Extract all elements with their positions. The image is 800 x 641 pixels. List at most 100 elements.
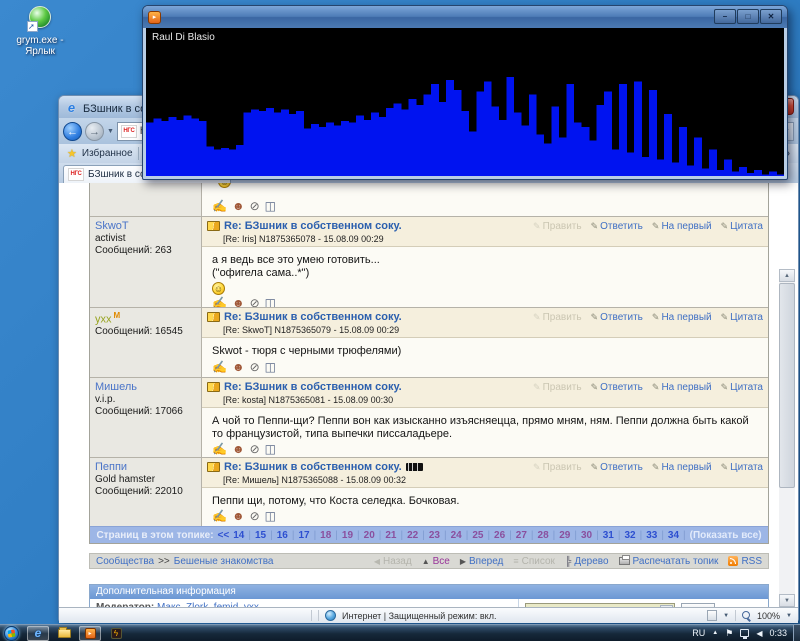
page-link-25[interactable]: 25 [472,530,483,541]
page-link-21[interactable]: 21 [385,530,396,541]
forward-topic-link[interactable]: Вперед [460,556,504,567]
page-link-30[interactable]: 30 [581,530,592,541]
notify-moderator-icon[interactable] [232,443,245,455]
maximize-button[interactable]: □ [737,9,759,24]
moderator-links[interactable]: Макс, Zlork, femid, yxx [157,602,259,607]
ignore-user-icon[interactable] [250,510,260,522]
print-post-icon[interactable] [212,443,227,455]
taskbar-explorer-button[interactable] [53,626,75,641]
page-link-28[interactable]: 28 [538,530,549,541]
reply-first-link[interactable]: На первый [652,312,712,323]
forward-button[interactable] [85,122,104,141]
notify-moderator-icon[interactable] [232,200,245,212]
author-link[interactable]: Пеппи [95,461,127,473]
print-post-icon[interactable] [212,297,227,307]
page-link-18[interactable]: 18 [320,530,331,541]
copy-post-icon[interactable] [265,200,276,212]
breadcrumb-community[interactable]: Сообщества [96,556,154,567]
show-desktop-button[interactable] [793,625,800,641]
chevron-down-icon[interactable] [723,613,729,619]
ignore-user-icon[interactable] [250,200,260,212]
reply-link[interactable]: Ответить [591,382,643,393]
reply-first-link[interactable]: На первый [652,221,712,232]
page-link-32[interactable]: 32 [624,530,635,541]
page-link-23[interactable]: 23 [429,530,440,541]
protected-mode-icon[interactable] [707,610,717,621]
quote-link[interactable]: Цитата [721,312,763,323]
page-link-16[interactable]: 16 [277,530,288,541]
vertical-scrollbar[interactable] [779,183,795,607]
notify-moderator-icon[interactable] [232,510,245,522]
zoom-level[interactable]: 100% [757,611,780,621]
reply-first-link[interactable]: На первый [652,462,712,473]
pagination-prev[interactable]: << [218,530,230,541]
taskbar-player-button[interactable] [79,626,101,641]
rss-link[interactable]: RSS [728,556,762,567]
chevron-down-icon[interactable] [786,613,792,619]
desktop-shortcut-grym[interactable]: grym.exe - Ярлык [8,6,72,57]
ignore-user-icon[interactable] [250,361,260,373]
page-link-34[interactable]: 34 [668,530,679,541]
forum-jump-select[interactable] [525,603,675,607]
quote-link[interactable]: Цитата [721,221,763,232]
page-link-29[interactable]: 29 [559,530,570,541]
notify-moderator-icon[interactable] [232,361,245,373]
scroll-up-button[interactable] [779,269,795,282]
reply-link[interactable]: Ответить [591,221,643,232]
network-icon[interactable] [740,629,749,637]
page-link-19[interactable]: 19 [342,530,353,541]
author-link[interactable]: Мишель [95,381,137,393]
page-link-17[interactable]: 17 [298,530,309,541]
reply-link[interactable]: Ответить [591,462,643,473]
page-link-22[interactable]: 22 [407,530,418,541]
start-button[interactable] [4,626,19,641]
taskbar-ie-button[interactable] [27,626,49,641]
favorites-label[interactable]: Избранное [82,148,133,159]
page-link-31[interactable]: 31 [603,530,614,541]
hidden-icons-chevron[interactable] [712,630,718,636]
print-post-icon[interactable] [212,200,227,212]
page-link-26[interactable]: 26 [494,530,505,541]
reply-first-link[interactable]: На первый [652,382,712,393]
close-button[interactable]: ✕ [760,9,782,24]
author-link[interactable]: yxx [95,313,112,325]
post-title-link[interactable]: Re: БЗшник в собственном соку. [224,311,402,323]
forum-jump-button[interactable] [681,603,715,607]
quote-link[interactable]: Цитата [721,462,763,473]
favorites-star-icon[interactable] [67,147,77,160]
copy-post-icon[interactable] [265,361,276,373]
page-link-33[interactable]: 33 [646,530,657,541]
page-link-24[interactable]: 24 [451,530,462,541]
reply-link[interactable]: Ответить [591,312,643,323]
ignore-user-icon[interactable] [250,297,260,307]
volume-icon[interactable] [756,629,762,638]
taskbar-amp-button[interactable] [105,626,127,641]
quote-link[interactable]: Цитата [721,382,763,393]
breadcrumb-forum[interactable]: Бешеные знакомства [174,556,274,567]
tree-view-link[interactable]: Дерево [565,556,609,567]
scroll-down-button[interactable] [779,594,795,607]
scrollbar-thumb[interactable] [779,283,795,488]
page-link-27[interactable]: 27 [516,530,527,541]
author-link[interactable]: SkwoT [95,220,129,232]
history-dropdown-icon[interactable] [107,128,114,135]
post-title-link[interactable]: Re: БЗшник в собственном соку. [224,220,402,232]
post-title-link[interactable]: Re: БЗшник в собственном соку. [224,381,402,393]
notify-moderator-icon[interactable] [232,297,245,307]
page-link-14[interactable]: 14 [233,530,244,541]
back-button[interactable] [63,122,82,141]
print-post-icon[interactable] [212,510,227,522]
print-post-icon[interactable] [212,361,227,373]
player-titlebar[interactable]: – □ ✕ [143,6,787,28]
ignore-user-icon[interactable] [250,443,260,455]
clock[interactable]: 0:33 [769,628,787,638]
copy-post-icon[interactable] [265,443,276,455]
minimize-button[interactable]: – [714,9,736,24]
page-link-15[interactable]: 15 [255,530,266,541]
show-all-link[interactable]: (Показать все) [690,530,762,541]
language-indicator[interactable]: RU [692,628,705,638]
all-posts-link[interactable]: Все [422,556,450,567]
page-link-20[interactable]: 20 [364,530,375,541]
post-title-link[interactable]: Re: БЗшник в собственном соку. [224,461,402,473]
print-topic-link[interactable]: Распечатать топик [619,556,719,567]
